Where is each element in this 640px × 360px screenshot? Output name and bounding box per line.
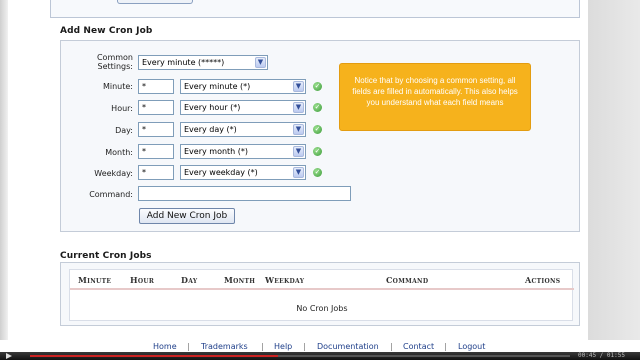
- footer-link-help[interactable]: Help: [274, 342, 292, 351]
- chevron-down-icon[interactable]: ▼: [293, 124, 304, 135]
- common-settings-value: Every minute (*****): [142, 58, 225, 67]
- column-command: Command: [386, 275, 429, 285]
- day-input[interactable]: *: [138, 122, 174, 137]
- common-settings-label-2: Settings:: [97, 62, 133, 71]
- footer-separator: |: [187, 342, 190, 351]
- column-weekday: Weekday: [265, 275, 305, 285]
- weekday-label: Weekday:: [94, 169, 133, 178]
- minute-input[interactable]: *: [138, 79, 174, 94]
- check-icon: ✓: [313, 103, 322, 112]
- column-hour: Hour: [130, 275, 155, 285]
- column-actions: Actions: [525, 275, 561, 285]
- month-select-value: Every month (*): [184, 147, 249, 156]
- hour-select[interactable]: Every hour (*) ▼: [180, 100, 306, 115]
- column-minute: Minute: [78, 275, 112, 285]
- footer-separator: |: [261, 342, 264, 351]
- page-shadow-left: [0, 0, 8, 340]
- video-progress-fill: [30, 355, 279, 357]
- chevron-down-icon[interactable]: ▼: [293, 146, 304, 157]
- column-month: Month: [224, 275, 256, 285]
- common-settings-label-1: Common: [96, 53, 133, 62]
- hour-input[interactable]: *: [138, 100, 174, 115]
- check-icon: ✓: [313, 125, 322, 134]
- check-icon: ✓: [313, 168, 322, 177]
- chevron-down-icon[interactable]: ▼: [255, 57, 266, 68]
- minute-label: Minute:: [102, 82, 133, 91]
- footer-link-home[interactable]: Home: [153, 342, 177, 351]
- month-input[interactable]: *: [138, 144, 174, 159]
- weekday-input[interactable]: *: [138, 165, 174, 180]
- add-cron-job-form: Common Settings: Every minute (*****) ▼ …: [60, 40, 580, 232]
- footer-separator: |: [444, 342, 447, 351]
- empty-table-message: No Cron Jobs: [296, 304, 348, 313]
- footer-link-documentation[interactable]: Documentation: [317, 342, 379, 351]
- add-cron-job-title: Add New Cron Job: [60, 26, 153, 36]
- previous-panel: [50, 0, 580, 18]
- footer-separator: |: [303, 342, 306, 351]
- footer-link-trademarks[interactable]: Trademarks: [201, 342, 248, 351]
- hour-label: Hour:: [111, 104, 133, 113]
- main-content: Add New Cron Job Common Settings: Every …: [50, 0, 588, 340]
- header-divider: [70, 288, 574, 290]
- footer-nav: Home | Trademarks | Help | Documentation…: [0, 342, 640, 351]
- day-select-value: Every day (*): [184, 125, 237, 134]
- command-label: Command:: [89, 190, 133, 199]
- day-label: Day:: [115, 126, 133, 135]
- minute-select[interactable]: Every minute (*) ▼: [180, 79, 306, 94]
- footer-link-contact[interactable]: Contact: [403, 342, 434, 351]
- page: Add New Cron Job Common Settings: Every …: [0, 0, 640, 360]
- footer-link-logout[interactable]: Logout: [458, 342, 485, 351]
- command-input[interactable]: [138, 186, 351, 201]
- current-cron-jobs-title: Current Cron Jobs: [60, 251, 152, 261]
- month-select[interactable]: Every month (*) ▼: [180, 144, 306, 159]
- check-icon: ✓: [313, 147, 322, 156]
- video-player-bar: 00:45 / 01:55: [0, 352, 640, 360]
- common-settings-select[interactable]: Every minute (*****) ▼: [138, 55, 268, 70]
- video-progress-track[interactable]: [30, 355, 570, 357]
- minute-select-value: Every minute (*): [184, 82, 251, 91]
- current-cron-jobs-panel: Minute Hour Day Month Weekday Command Ac…: [60, 262, 580, 326]
- previous-panel-button[interactable]: [117, 0, 193, 4]
- column-day: Day: [181, 275, 198, 285]
- add-cron-job-button[interactable]: Add New Cron Job: [139, 208, 235, 224]
- play-icon[interactable]: [6, 353, 12, 359]
- chevron-down-icon[interactable]: ▼: [293, 102, 304, 113]
- cron-jobs-table: Minute Hour Day Month Weekday Command Ac…: [69, 269, 574, 321]
- page-shadow-right: [588, 0, 640, 340]
- day-select[interactable]: Every day (*) ▼: [180, 122, 306, 137]
- help-tooltip: Notice that by choosing a common setting…: [339, 63, 531, 131]
- weekday-select[interactable]: Every weekday (*) ▼: [180, 165, 306, 180]
- weekday-select-value: Every weekday (*): [184, 168, 258, 177]
- video-time: 00:45 / 01:55: [578, 352, 625, 359]
- month-label: Month:: [105, 148, 133, 157]
- hour-select-value: Every hour (*): [184, 103, 241, 112]
- chevron-down-icon[interactable]: ▼: [293, 167, 304, 178]
- check-icon: ✓: [313, 82, 322, 91]
- footer-separator: |: [390, 342, 393, 351]
- chevron-down-icon[interactable]: ▼: [293, 81, 304, 92]
